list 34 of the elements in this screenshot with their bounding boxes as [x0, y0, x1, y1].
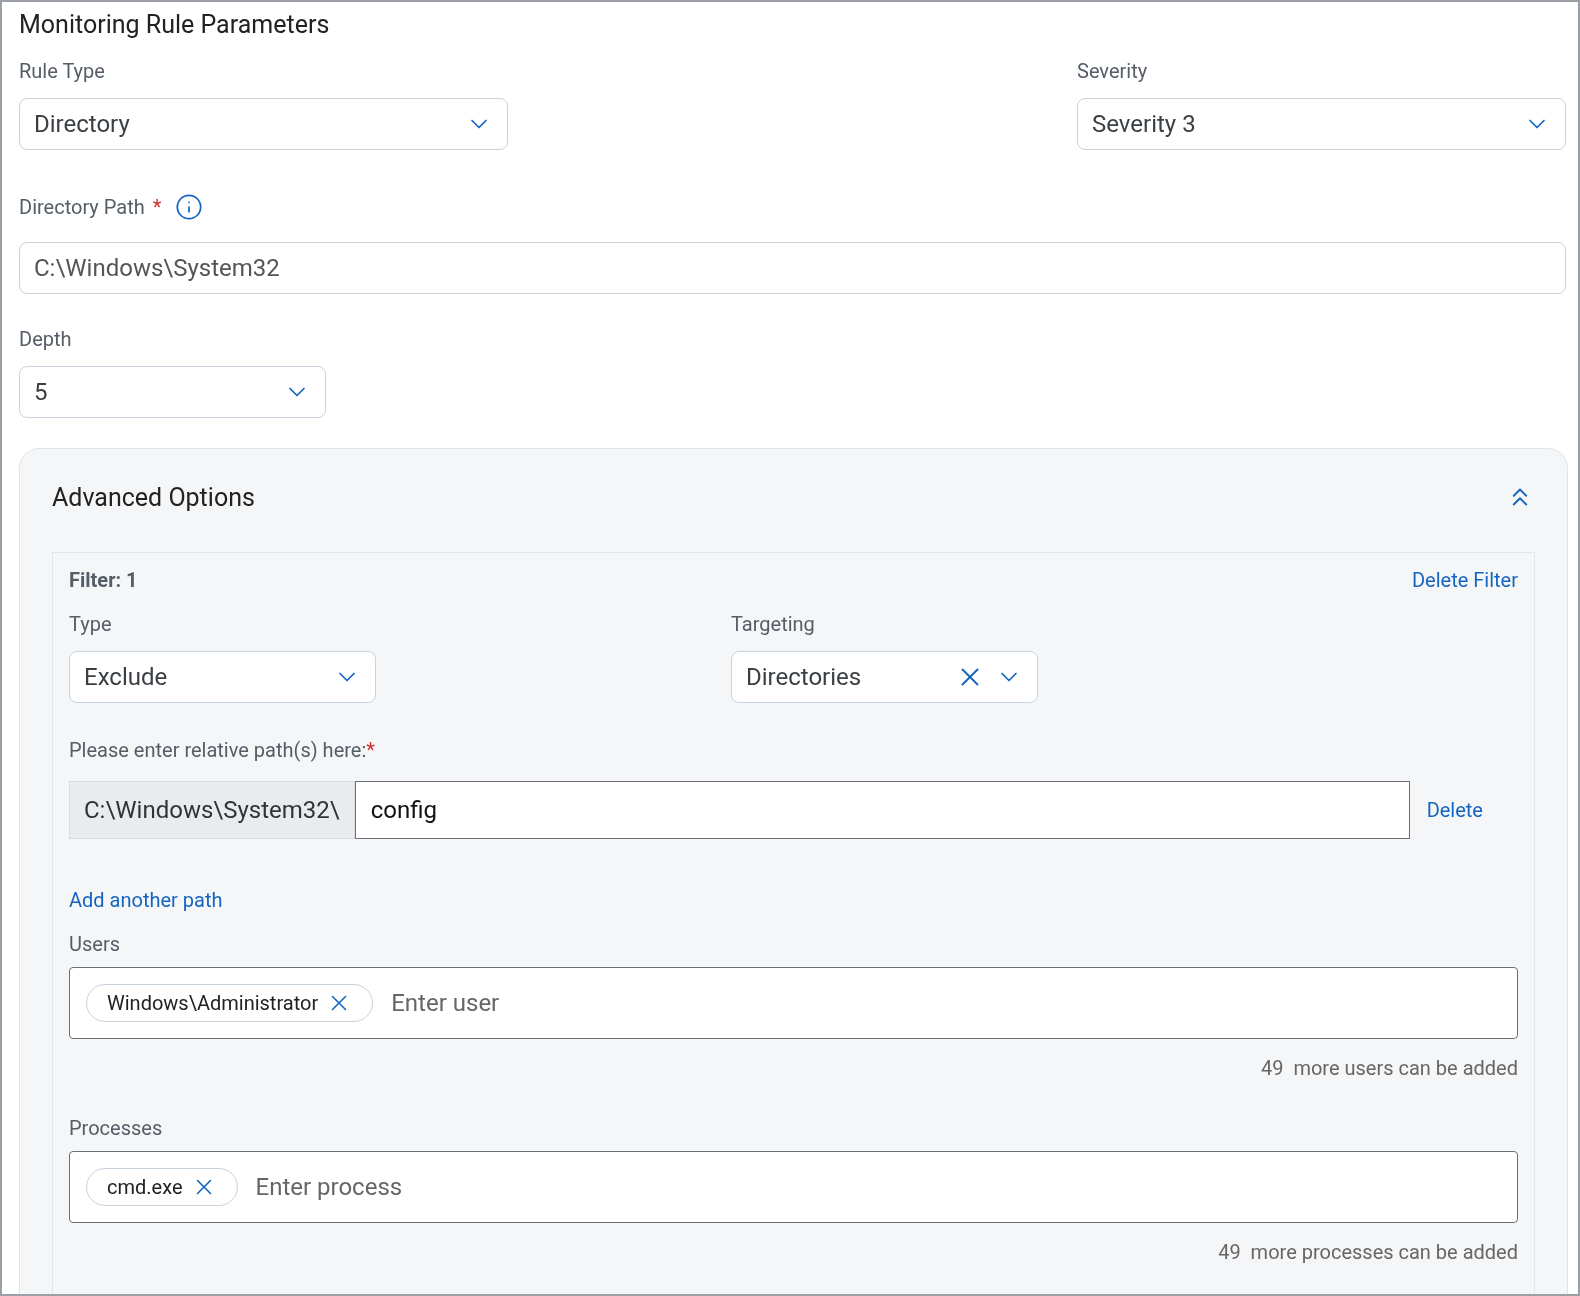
dropdown[interactable]: 5 [19, 365, 326, 418]
dropdown[interactable]: Exclude [69, 651, 376, 703]
delete-path-link[interactable]: Delete [1426, 795, 1483, 825]
info-icon[interactable] [175, 192, 204, 221]
add-path-link[interactable]: Add another path [69, 885, 1518, 915]
tag-text-input[interactable]: Enter user [391, 985, 1501, 1021]
tag-input-field[interactable]: Windows\Administrator Enter user [69, 967, 1518, 1039]
field-label: Rule Type [19, 57, 106, 85]
directory-path-field[interactable]: C:\Windows\System32 [19, 241, 1566, 294]
tag-text-input[interactable]: Enter process [255, 1169, 1501, 1205]
dropdown[interactable]: Directories [731, 651, 1038, 703]
tag-input-field[interactable]: cmd.exe Enter process [69, 1151, 1518, 1223]
field-label: Users [69, 931, 121, 958]
field-label: Please enter relative path(s) here: [69, 737, 367, 764]
dropdown[interactable]: Severity 3 [1077, 97, 1566, 150]
tag-chip: cmd.exe [86, 1168, 238, 1206]
field-label: Type [69, 611, 113, 638]
dropdown[interactable]: Directory [19, 97, 508, 150]
delete-filter-link[interactable]: Delete Filter [1412, 565, 1518, 595]
section-title: Advanced Options [52, 481, 255, 514]
field-label: Depth [19, 326, 72, 351]
field-label: Targeting [731, 611, 816, 638]
page-title: Monitoring Rule Parameters [19, 9, 331, 41]
filter-title: Filter: 1 [69, 567, 138, 594]
field-label: Severity [1077, 57, 1149, 85]
required-asterisk: * [366, 737, 375, 764]
remaining-count-text: 49 more users can be added [1261, 1055, 1518, 1082]
field-label: Processes [69, 1115, 164, 1142]
path-prefix: C:\Windows\System32\ [69, 781, 355, 839]
required-asterisk: * [152, 193, 162, 221]
relative-path-field[interactable]: config [354, 781, 1410, 839]
remaining-count-text: 49 more processes can be added [1218, 1239, 1518, 1266]
tag-chip: Windows\Administrator [86, 984, 374, 1022]
field-label: Directory Path [19, 193, 145, 221]
